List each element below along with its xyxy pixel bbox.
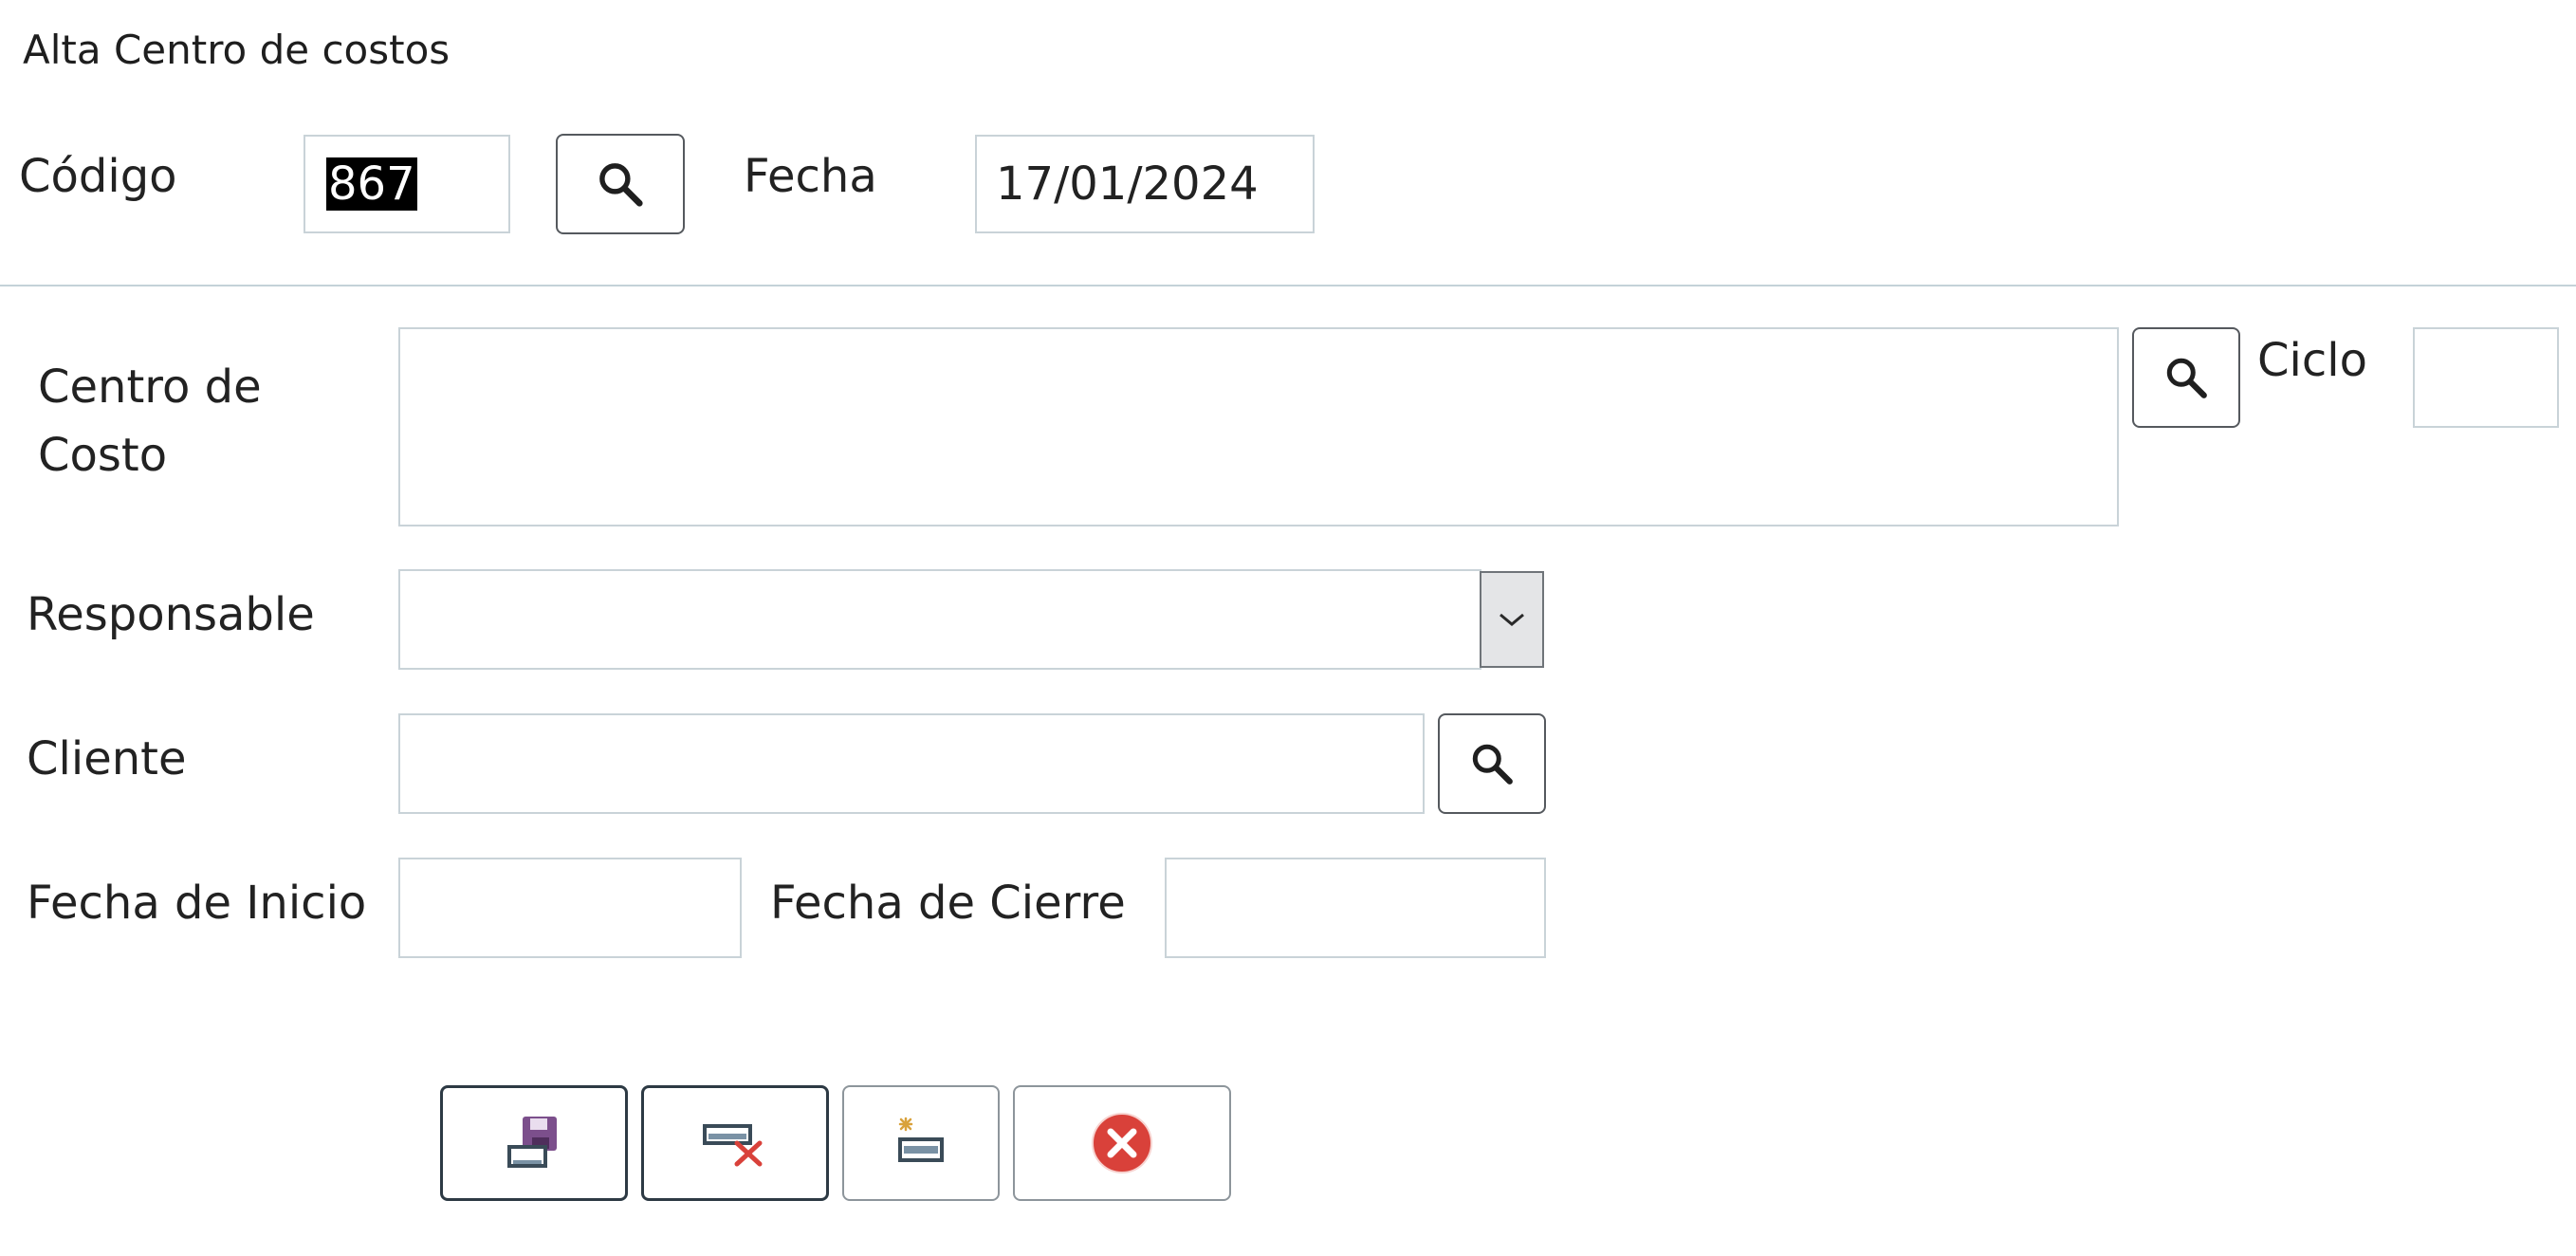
- fecha-cierre-field[interactable]: [1165, 858, 1546, 958]
- codigo-field[interactable]: 867: [304, 135, 510, 233]
- fecha-cierre-label: Fecha de Cierre: [770, 877, 1126, 930]
- ciclo-label: Ciclo: [2257, 334, 2367, 387]
- save-button[interactable]: [440, 1085, 628, 1201]
- codigo-search-button[interactable]: [556, 134, 685, 234]
- responsable-select[interactable]: [398, 569, 1481, 670]
- cliente-input[interactable]: [400, 715, 1423, 812]
- delete-record-icon: [703, 1124, 763, 1167]
- responsable-dropdown-button[interactable]: [1480, 571, 1544, 668]
- centro-costo-label-line1: Centro de: [38, 360, 262, 414]
- close-circle-icon: [1092, 1113, 1152, 1173]
- search-icon: [599, 163, 643, 207]
- cliente-label: Cliente: [27, 732, 187, 785]
- centro-costo-field[interactable]: [398, 327, 2119, 526]
- codigo-value: 867: [326, 157, 417, 211]
- centro-costo-input[interactable]: [400, 329, 2117, 525]
- fecha-label: Fecha: [744, 150, 877, 203]
- fecha-field[interactable]: [975, 135, 1315, 233]
- fecha-inicio-field[interactable]: [398, 858, 742, 958]
- codigo-label: Código: [19, 150, 177, 203]
- fecha-inicio-input[interactable]: [400, 859, 740, 956]
- ciclo-input[interactable]: [2415, 329, 2557, 426]
- centro-costo-search-button[interactable]: [2132, 327, 2240, 428]
- chevron-down-icon: [1500, 613, 1524, 626]
- centro-costo-label-line2: Costo: [38, 429, 168, 482]
- cliente-search-button[interactable]: [1438, 713, 1546, 814]
- section-divider: [0, 285, 2576, 286]
- fecha-cierre-input[interactable]: [1167, 859, 1544, 956]
- form-title: Alta Centro de costos: [23, 27, 451, 73]
- save-icon: [507, 1117, 557, 1168]
- fecha-inicio-label: Fecha de Inicio: [27, 877, 367, 930]
- close-button[interactable]: [1013, 1085, 1231, 1201]
- fecha-input[interactable]: [977, 137, 1313, 231]
- centro-costo-label: Centro de Costo: [38, 353, 262, 489]
- new-record-icon: [898, 1117, 944, 1162]
- delete-record-button[interactable]: [641, 1085, 829, 1201]
- ciclo-field[interactable]: [2413, 327, 2559, 428]
- new-record-button[interactable]: [842, 1085, 1000, 1201]
- search-icon: [1472, 744, 1513, 785]
- search-icon: [2166, 358, 2207, 398]
- cliente-field[interactable]: [398, 713, 1425, 814]
- responsable-label: Responsable: [27, 588, 315, 641]
